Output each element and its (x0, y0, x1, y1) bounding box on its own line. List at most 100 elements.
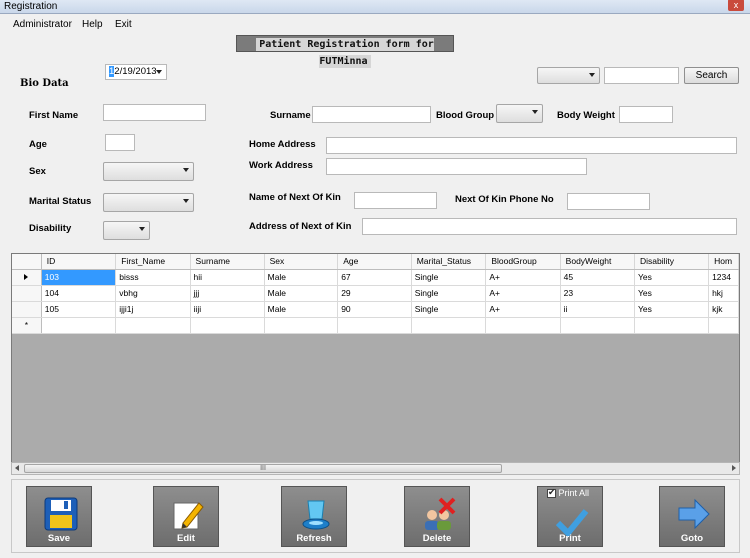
table-cell[interactable]: 67 (337, 269, 412, 286)
table-cell[interactable] (634, 317, 710, 334)
kin-address-field[interactable] (362, 218, 737, 235)
table-cell[interactable]: jjj (190, 285, 265, 302)
row-selector[interactable] (12, 301, 42, 318)
table-cell[interactable] (560, 317, 636, 334)
horizontal-scrollbar[interactable]: III (11, 462, 740, 475)
table-cell[interactable]: Yes (634, 269, 710, 286)
table-cell[interactable]: Single (411, 301, 487, 318)
table-cell[interactable] (264, 317, 339, 334)
table-cell[interactable]: Yes (634, 301, 710, 318)
scroll-right-icon[interactable] (732, 465, 736, 471)
column-header-body-weight[interactable]: BodyWeight (560, 254, 636, 270)
table-cell[interactable]: bisss (115, 269, 191, 286)
close-icon[interactable]: x (728, 0, 744, 11)
table-row[interactable]: 105 ijji1j iiji Male 90 Single A+ ii Yes… (12, 301, 739, 318)
table-cell[interactable]: vbhg (115, 285, 191, 302)
column-header-disability[interactable]: Disability (634, 254, 710, 270)
table-cell[interactable]: 29 (337, 285, 412, 302)
table-cell[interactable]: ijji1j (115, 301, 191, 318)
table-cell[interactable]: hii (190, 269, 265, 286)
table-row[interactable]: 103 bisss hii Male 67 Single A+ 45 Yes 1… (12, 269, 739, 286)
title-bar: Registration x (0, 0, 750, 14)
new-row-marker: * (12, 317, 42, 334)
table-cell[interactable]: 45 (560, 269, 636, 286)
disability-select[interactable] (103, 221, 150, 240)
table-cell[interactable]: Single (411, 269, 487, 286)
patients-table: ID First_Name Surname Sex Age Marital_St… (12, 254, 739, 334)
table-cell[interactable] (708, 317, 739, 334)
table-cell[interactable]: 1234 (708, 269, 739, 286)
goto-button[interactable]: Goto (659, 486, 725, 547)
next-of-kin-field[interactable] (354, 192, 437, 209)
table-cell[interactable]: A+ (485, 285, 561, 302)
row-selector[interactable] (12, 269, 42, 286)
scroll-thumb[interactable]: III (24, 464, 502, 473)
search-button[interactable]: Search (684, 67, 739, 84)
menu-exit[interactable]: Exit (115, 19, 132, 30)
table-cell[interactable] (41, 317, 117, 334)
work-address-field[interactable] (326, 158, 587, 175)
banner-text: Patient Registration form for FUTMinna (256, 38, 434, 68)
age-field[interactable] (105, 134, 135, 151)
column-header-first-name[interactable]: First_Name (115, 254, 191, 270)
menu-administrator[interactable]: Administrator (13, 19, 72, 30)
form-banner: Patient Registration form for FUTMinna (236, 35, 454, 68)
table-row[interactable]: 104 vbhg jjj Male 29 Single A+ 23 Yes hk… (12, 285, 739, 302)
surname-field[interactable] (312, 106, 431, 123)
table-cell[interactable]: A+ (485, 301, 561, 318)
table-cell[interactable] (485, 317, 561, 334)
refresh-button[interactable]: Refresh (281, 486, 347, 547)
blood-group-select[interactable] (496, 104, 543, 123)
table-cell[interactable]: Yes (634, 285, 710, 302)
search-input[interactable] (604, 67, 679, 84)
search-field-combo[interactable] (537, 67, 600, 84)
table-cell[interactable] (190, 317, 265, 334)
row-selector[interactable] (12, 285, 42, 302)
surname-label: Surname (270, 110, 311, 121)
table-cell[interactable]: hkj (708, 285, 739, 302)
table-cell[interactable]: iiji (190, 301, 265, 318)
table-cell[interactable]: 23 (560, 285, 636, 302)
home-address-field[interactable] (326, 137, 737, 154)
table-cell[interactable]: 103 (41, 269, 117, 286)
table-cell[interactable]: 104 (41, 285, 117, 302)
kin-phone-field[interactable] (567, 193, 650, 210)
table-cell[interactable]: Male (264, 269, 339, 286)
table-cell[interactable]: Single (411, 285, 487, 302)
edit-button[interactable]: Edit (153, 486, 219, 547)
delete-label: Delete (422, 533, 452, 544)
delete-button[interactable]: Delete (404, 486, 470, 547)
print-all-checkbox[interactable]: Print All (547, 487, 589, 499)
table-cell[interactable] (115, 317, 191, 334)
column-header-id[interactable]: ID (41, 254, 117, 270)
save-button[interactable]: Save (26, 486, 92, 547)
table-cell[interactable]: Male (264, 285, 339, 302)
scroll-left-icon[interactable] (15, 465, 19, 471)
table-cell[interactable]: kjk (708, 301, 739, 318)
table-cell[interactable]: 90 (337, 301, 412, 318)
body-weight-field[interactable] (619, 106, 673, 123)
column-header-sex[interactable]: Sex (264, 254, 339, 270)
column-header-home[interactable]: Hom (708, 254, 739, 270)
sex-select[interactable] (103, 162, 194, 181)
table-cell[interactable]: ii (560, 301, 636, 318)
marital-status-select[interactable] (103, 193, 194, 212)
date-rest: 2/19/2013 (114, 66, 157, 77)
column-header-surname[interactable]: Surname (190, 254, 265, 270)
table-cell[interactable]: Male (264, 301, 339, 318)
menu-help[interactable]: Help (82, 19, 103, 30)
date-picker[interactable]: 12/19/2013 (105, 64, 167, 80)
table-cell[interactable] (337, 317, 412, 334)
first-name-field[interactable] (103, 104, 206, 121)
table-cell[interactable] (411, 317, 487, 334)
chevron-down-icon (532, 110, 538, 114)
column-header-blood-group[interactable]: BloodGroup (485, 254, 561, 270)
new-row[interactable]: * (12, 317, 739, 334)
patients-grid[interactable]: ID First_Name Surname Sex Age Marital_St… (11, 253, 740, 475)
home-address-label: Home Address (249, 139, 316, 150)
table-cell[interactable]: A+ (485, 269, 561, 286)
column-header-marital-status[interactable]: Marital_Status (411, 254, 487, 270)
table-cell[interactable]: 105 (41, 301, 117, 318)
grid-corner-header[interactable] (12, 254, 42, 270)
column-header-age[interactable]: Age (337, 254, 412, 270)
